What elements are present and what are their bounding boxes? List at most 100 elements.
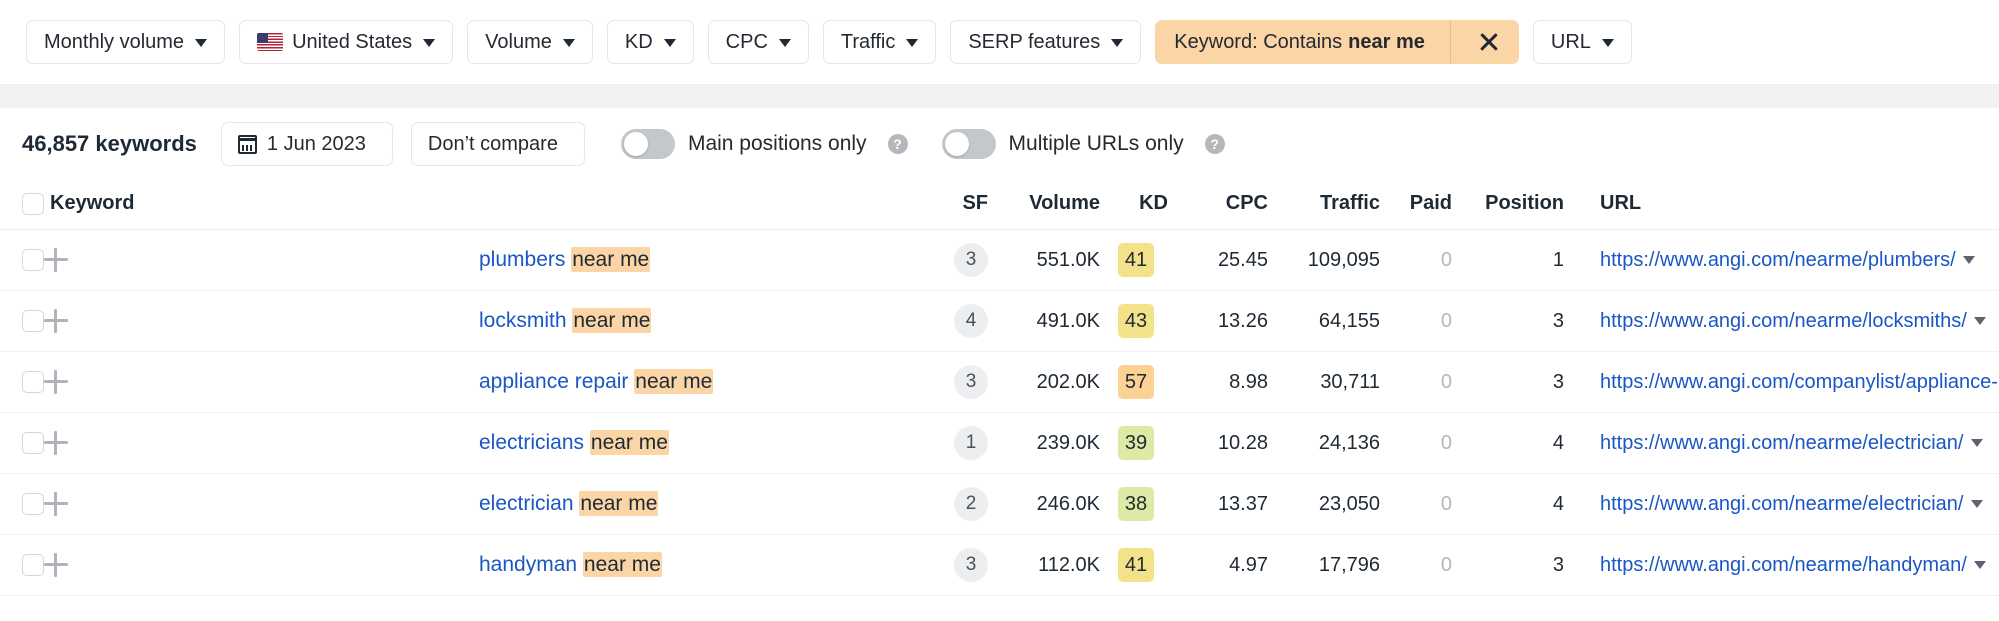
column-header-paid[interactable]: Paid — [1380, 180, 1452, 230]
position-cell: 3 — [1452, 535, 1564, 596]
keyword-highlight: near me — [572, 308, 651, 333]
sf-cell: 3 — [914, 352, 988, 413]
keyword-link[interactable]: locksmith near me — [479, 308, 651, 333]
position-cell: 4 — [1452, 413, 1564, 474]
url-link[interactable]: https://www.angi.com/nearme/electrician/ — [1600, 493, 1964, 515]
kd-cell: 57 — [1100, 352, 1172, 413]
keyword-highlight: near me — [583, 552, 662, 577]
filter-kd[interactable]: KD — [607, 20, 694, 64]
column-header-sf[interactable]: SF — [914, 180, 988, 230]
filter-cpc[interactable]: CPC — [708, 20, 809, 64]
chevron-down-icon[interactable] — [1971, 500, 1983, 508]
url-link[interactable]: https://www.angi.com/companylist/applian… — [1600, 371, 1999, 393]
volume-cell: 246.0K — [988, 474, 1100, 535]
active-filter-label: Keyword: Contains near me — [1156, 21, 1441, 63]
keyword-highlight: near me — [579, 491, 658, 516]
row-checkbox[interactable] — [22, 554, 44, 576]
filter-monthly-volume[interactable]: Monthly volume — [26, 20, 225, 64]
active-filter-value: near me — [1348, 32, 1425, 52]
plus-icon[interactable] — [44, 309, 68, 333]
table-body: plumbers near me 3 551.0K 41 25.45 109,0… — [0, 230, 1999, 596]
chevron-down-icon[interactable] — [1963, 256, 1975, 264]
keyword-cell: plumbers near me — [479, 230, 914, 291]
column-header-volume[interactable]: Volume — [988, 180, 1100, 230]
keyword-count: 46,857 keywords — [22, 131, 197, 157]
help-icon[interactable]: ? — [1205, 134, 1225, 154]
table-row: electricians near me 1 239.0K 39 10.28 2… — [0, 413, 1999, 474]
multiple-urls-toggle[interactable] — [942, 129, 996, 159]
keyword-link[interactable]: handyman near me — [479, 552, 662, 577]
traffic-cell: 17,796 — [1268, 535, 1380, 596]
column-header-traffic[interactable]: Traffic — [1268, 180, 1380, 230]
column-header-position[interactable]: Position — [1452, 180, 1564, 230]
plus-icon[interactable] — [44, 492, 68, 516]
keyword-link[interactable]: electricians near me — [479, 430, 669, 455]
row-checkbox[interactable] — [22, 493, 44, 515]
keyword-cell: locksmith near me — [479, 291, 914, 352]
kd-cell: 43 — [1100, 291, 1172, 352]
filter-volume[interactable]: Volume — [467, 20, 593, 64]
chevron-down-icon — [906, 39, 918, 47]
traffic-cell: 23,050 — [1268, 474, 1380, 535]
url-link[interactable]: https://www.angi.com/nearme/plumbers/ — [1600, 249, 1956, 271]
volume-cell: 491.0K — [988, 291, 1100, 352]
row-checkbox[interactable] — [22, 432, 44, 454]
chevron-down-icon[interactable] — [1974, 317, 1986, 325]
url-link[interactable]: https://www.angi.com/nearme/handyman/ — [1600, 554, 1967, 576]
filter-traffic[interactable]: Traffic — [823, 20, 936, 64]
filter-country[interactable]: United States — [239, 20, 453, 64]
column-header-url[interactable]: URL — [1564, 180, 1999, 230]
plus-icon[interactable] — [44, 431, 68, 455]
kd-badge: 41 — [1118, 548, 1154, 582]
chevron-down-icon[interactable] — [1974, 561, 1986, 569]
keyword-link[interactable]: appliance repair near me — [479, 369, 713, 394]
keyword-link[interactable]: plumbers near me — [479, 247, 650, 272]
help-icon[interactable]: ? — [888, 134, 908, 154]
table-row: handyman near me 3 112.0K 41 4.97 17,796… — [0, 535, 1999, 596]
keyword-cell: electricians near me — [479, 413, 914, 474]
keyword-link[interactable]: electrician near me — [479, 491, 658, 516]
filter-url[interactable]: URL — [1533, 20, 1632, 64]
position-cell: 3 — [1452, 352, 1564, 413]
plus-icon[interactable] — [44, 370, 68, 394]
sf-badge: 4 — [954, 304, 988, 338]
plus-icon[interactable] — [44, 553, 68, 577]
sf-badge: 1 — [954, 426, 988, 460]
position-cell: 4 — [1452, 474, 1564, 535]
filter-label: United States — [292, 32, 412, 52]
remove-filter-button[interactable] — [1460, 20, 1518, 64]
row-select-cell — [0, 413, 44, 474]
kd-badge: 41 — [1118, 243, 1154, 277]
cpc-cell: 25.45 — [1172, 230, 1268, 291]
cpc-cell: 8.98 — [1172, 352, 1268, 413]
paid-cell: 0 — [1380, 352, 1452, 413]
column-header-kd[interactable]: KD — [1100, 180, 1172, 230]
column-header-keyword[interactable]: Keyword — [44, 180, 914, 230]
compare-dropdown[interactable]: Don’t compare — [411, 122, 585, 166]
multiple-urls-label: Multiple URLs only — [1009, 132, 1184, 156]
paid-cell: 0 — [1380, 474, 1452, 535]
url-link[interactable]: https://www.angi.com/nearme/electrician/ — [1600, 432, 1964, 454]
kd-badge: 38 — [1118, 487, 1154, 521]
row-select-cell — [0, 535, 44, 596]
plus-icon[interactable] — [44, 248, 68, 272]
row-checkbox[interactable] — [22, 310, 44, 332]
main-positions-toggle[interactable] — [621, 129, 675, 159]
url-link[interactable]: https://www.angi.com/nearme/locksmiths/ — [1600, 310, 1967, 332]
row-checkbox[interactable] — [22, 371, 44, 393]
date-picker-button[interactable]: 1 Jun 2023 — [221, 122, 393, 166]
filter-serp-features[interactable]: SERP features — [950, 20, 1141, 64]
sf-badge: 2 — [954, 487, 988, 521]
row-select-cell — [0, 352, 44, 413]
multiple-urls-toggle-group: Multiple URLs only ? — [942, 129, 1225, 159]
results-toolbar: 46,857 keywords 1 Jun 2023 Don’t compare… — [0, 108, 1999, 180]
row-add-cell — [44, 230, 479, 291]
keyword-text: locksmith — [479, 309, 572, 332]
select-all-checkbox[interactable] — [22, 193, 44, 215]
row-checkbox[interactable] — [22, 249, 44, 271]
url-cell: https://www.angi.com/companylist/applian… — [1564, 352, 1999, 413]
filter-keyword-contains-active[interactable]: Keyword: Contains near me — [1155, 20, 1519, 64]
chevron-down-icon — [423, 39, 435, 47]
chevron-down-icon[interactable] — [1971, 439, 1983, 447]
column-header-cpc[interactable]: CPC — [1172, 180, 1268, 230]
